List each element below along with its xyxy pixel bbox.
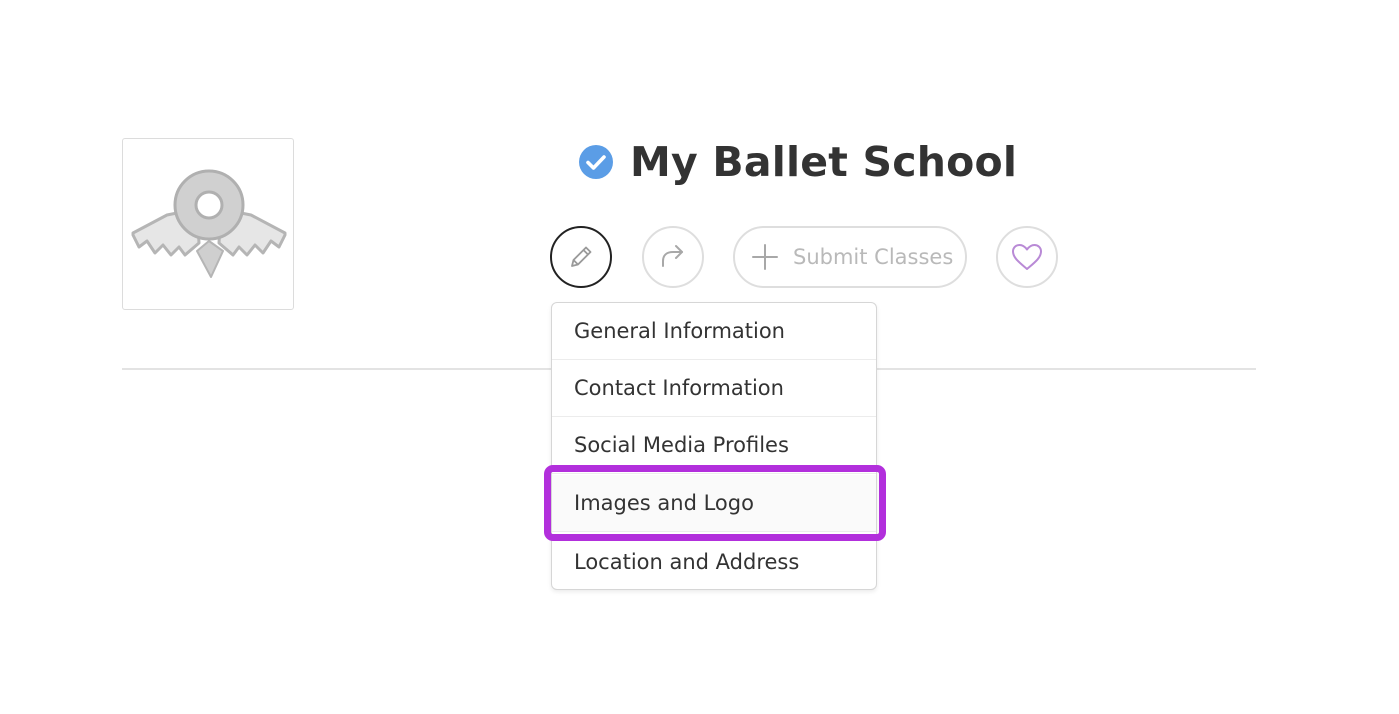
submit-classes-button[interactable]: Submit Classes xyxy=(733,226,967,288)
submit-classes-label: Submit Classes xyxy=(793,245,954,269)
menu-item-images-and-logo[interactable]: Images and Logo xyxy=(552,475,876,532)
share-button[interactable] xyxy=(642,226,704,288)
heart-icon xyxy=(1012,244,1042,270)
verified-check-icon xyxy=(578,144,614,180)
ballet-placeholder-logo-icon xyxy=(131,169,287,278)
menu-item-location-and-address[interactable]: Location and Address xyxy=(552,533,876,590)
title-row: My Ballet School xyxy=(578,134,1017,190)
edit-button[interactable] xyxy=(550,226,612,288)
school-logo xyxy=(122,138,294,310)
plus-icon xyxy=(751,243,779,271)
page-title: My Ballet School xyxy=(630,138,1018,186)
menu-item-general-information[interactable]: General Information xyxy=(552,303,876,360)
share-arrow-icon xyxy=(662,245,683,267)
menu-item-social-media-profiles[interactable]: Social Media Profiles xyxy=(552,417,876,474)
edit-dropdown-menu: General Information Contact Information … xyxy=(551,302,877,590)
pencil-icon xyxy=(571,246,592,267)
favorite-button[interactable] xyxy=(996,226,1058,288)
menu-item-contact-information[interactable]: Contact Information xyxy=(552,360,876,417)
